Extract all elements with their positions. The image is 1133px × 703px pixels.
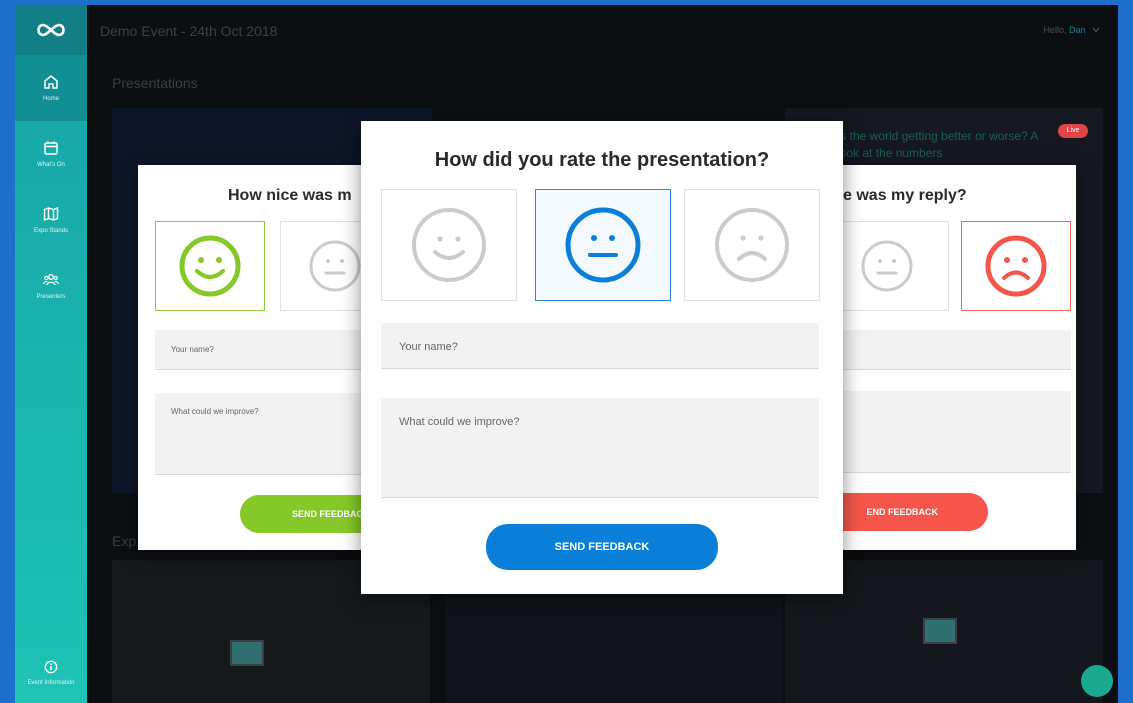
happy-face-icon [179,235,241,297]
neutral-face-icon [309,240,361,292]
improve-placeholder: What could we improve? [399,416,520,428]
sidebar-item-label: Expo Stands [33,228,69,234]
sidebar-item-home[interactable]: Home [15,55,87,121]
logo[interactable] [15,5,87,55]
booth-screen [230,640,264,666]
people-icon [43,274,59,286]
live-badge: Live [1058,124,1088,138]
rating-sad-option[interactable] [961,221,1071,311]
sidebar-item-label: Presenters [36,294,66,300]
infinity-logo-icon [37,23,65,37]
sidebar-item-whats-on[interactable]: What's On [15,121,87,187]
expo-heading: Exp [112,533,137,549]
feedback-question: How did you rate the presentation? [434,149,770,171]
sad-face-icon [985,235,1047,297]
sidebar-item-expo-stands[interactable]: Expo Stands [15,187,87,253]
user-name: Dan [1068,25,1086,35]
sidebar-item-label: What's On [37,162,65,168]
sidebar-item-label: Event Information [27,680,75,686]
rating-happy-option[interactable] [155,221,265,311]
event-title: Demo Event - 24th Oct 2018 [100,23,278,39]
greeting-text: Hello, [1043,25,1067,35]
neutral-face-icon [861,240,913,292]
chat-button[interactable] [1081,665,1113,697]
rating-neutral-option[interactable] [825,221,949,311]
rating-happy-option[interactable] [381,189,517,301]
name-input[interactable]: Your name? [381,323,819,369]
sidebar: Home What's On Expo Stands Presenters Ev… [15,5,87,703]
calendar-icon [44,141,58,155]
info-icon [44,660,58,674]
sidebar-item-event-information[interactable]: Event Information [15,643,87,703]
name-placeholder: Your name? [171,345,214,354]
sidebar-item-label: Home [42,96,59,102]
sidebar-item-presenters[interactable]: Presenters [15,253,87,319]
improve-textarea[interactable] [825,391,1071,473]
neutral-face-icon [565,207,641,283]
chevron-down-icon [1092,27,1100,33]
name-placeholder: Your name? [399,341,458,353]
name-input[interactable] [825,330,1071,370]
improve-textarea[interactable]: What could we improve? [381,398,819,498]
improve-placeholder: What could we improve? [171,407,259,416]
send-feedback-button[interactable]: SEND FEEDBACK [486,524,718,570]
feedback-question: How nice was m [228,187,352,204]
feedback-card-center: How did you rate the presentation? Your … [361,121,843,594]
map-icon [43,206,59,222]
app-window: Home What's On Expo Stands Presenters Ev… [15,5,1118,703]
presentation-question: Is the world getting better or worse? A … [837,129,1038,160]
rating-sad-option[interactable] [684,189,820,301]
presentations-heading: Presentations [112,75,198,91]
feedback-question: e was my reply? [843,187,967,204]
happy-face-icon [412,208,486,282]
sad-face-icon [715,208,789,282]
booth-screen [923,618,957,644]
user-menu[interactable]: Hello, Dan [1043,25,1100,35]
rating-neutral-option[interactable] [535,189,671,301]
home-icon [44,75,58,89]
